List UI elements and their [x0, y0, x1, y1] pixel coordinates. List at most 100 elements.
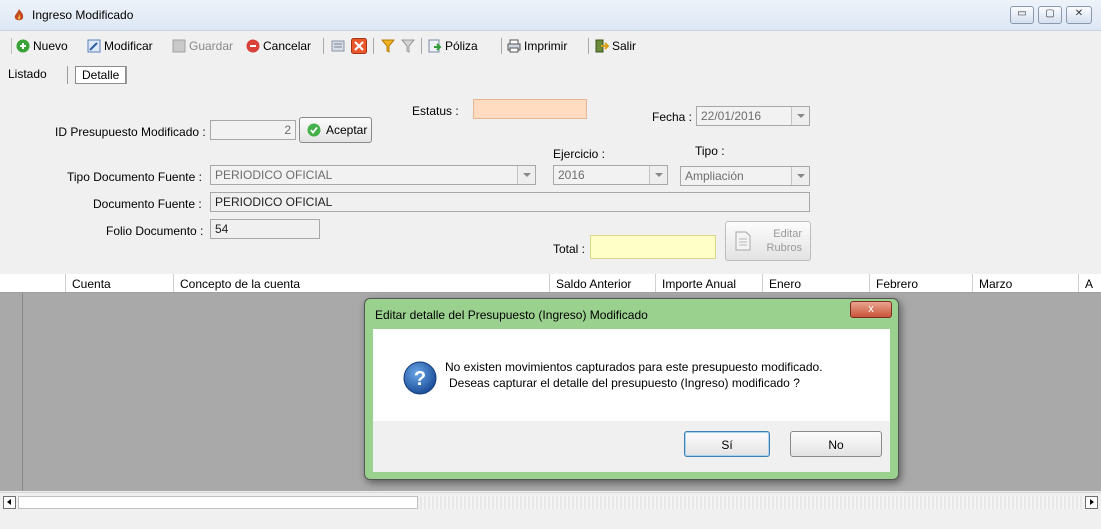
grid-header: Cuenta Concepto de la cuenta Saldo Anter… — [22, 274, 1101, 293]
column-header-marzo[interactable]: Marzo — [972, 274, 1078, 292]
poliza-label: Póliza — [445, 39, 478, 53]
delete-button[interactable] — [351, 37, 370, 55]
tab-divider — [67, 66, 68, 84]
arrow-left-icon — [7, 499, 11, 505]
estatus-label: Estatus : — [412, 104, 459, 118]
scroll-right-button[interactable] — [1085, 496, 1098, 509]
fecha-label: Fecha : — [652, 110, 693, 124]
editar-label: Editar — [773, 228, 802, 240]
folio-documento-field[interactable]: 54 — [210, 219, 320, 239]
horizontal-scrollbar[interactable] — [0, 492, 1101, 513]
scroll-left-button[interactable] — [3, 496, 16, 509]
tab-detalle[interactable]: Detalle — [75, 66, 127, 84]
imprimir-button[interactable]: Imprimir — [507, 37, 567, 55]
tab-listado[interactable]: Listado — [2, 64, 53, 84]
filter-icon — [381, 39, 395, 53]
arrow-right-icon — [1090, 499, 1094, 505]
grid-button[interactable] — [331, 37, 348, 55]
grid-row-header — [0, 274, 22, 491]
dialog-message-line1: No existen movimientos capturados para e… — [445, 360, 823, 374]
clear-filter-button[interactable] — [401, 37, 418, 55]
column-header-enero[interactable]: Enero — [762, 274, 869, 292]
modificar-button[interactable]: Modificar — [87, 37, 153, 55]
tipo-documento-combo[interactable]: PERIODICO OFICIAL — [210, 165, 536, 185]
yes-button[interactable]: Sí — [684, 431, 770, 457]
maximize-button[interactable]: ▢ — [1038, 6, 1062, 24]
cancel-icon — [246, 39, 260, 53]
column-header-cuenta[interactable]: Cuenta — [65, 274, 173, 292]
list-icon — [331, 40, 345, 52]
column-header-concepto[interactable]: Concepto de la cuenta — [173, 274, 549, 292]
no-label: No — [828, 438, 844, 452]
ejercicio-combo[interactable]: 2016 — [553, 165, 668, 185]
no-button[interactable]: No — [790, 431, 882, 457]
poliza-button[interactable]: Póliza — [428, 37, 478, 55]
exit-icon — [595, 39, 609, 53]
fecha-value: 22/01/2016 — [701, 109, 762, 123]
dialog-message: No existen movimientos capturados para e… — [445, 359, 823, 391]
total-field[interactable] — [590, 235, 716, 259]
scroll-thumb[interactable] — [18, 496, 418, 509]
editar-rubros-button[interactable]: Editar Rubros — [725, 221, 811, 261]
dialog-title: Editar detalle del Presupuesto (Ingreso)… — [375, 308, 648, 322]
chevron-down-icon — [517, 166, 535, 184]
check-icon — [307, 123, 321, 137]
delete-icon — [351, 38, 367, 54]
toolbar-separator — [501, 38, 502, 54]
nuevo-label: Nuevo — [33, 39, 68, 53]
salir-button[interactable]: Salir — [595, 37, 636, 55]
column-header-importe-anual[interactable]: Importe Anual — [655, 274, 762, 292]
documento-fuente-field[interactable]: PERIODICO OFICIAL — [210, 192, 810, 212]
filter-button[interactable] — [381, 37, 398, 55]
toolbar-separator — [323, 38, 324, 54]
close-window-button[interactable]: ✕ — [1066, 6, 1092, 24]
toolbar-separator — [373, 38, 374, 54]
cancelar-label: Cancelar — [263, 39, 312, 53]
window-title: Ingreso Modificado — [32, 8, 134, 22]
yes-label: Sí — [721, 438, 733, 452]
documento-fuente-label: Documento Fuente : — [93, 197, 202, 211]
ejercicio-value: 2016 — [558, 168, 585, 182]
column-header-febrero[interactable]: Febrero — [869, 274, 972, 292]
toolbar-grip — [11, 38, 12, 54]
minimize-icon: ▭ — [1017, 8, 1027, 19]
clear-filter-icon — [401, 39, 415, 53]
tab-listado-label: Listado — [8, 67, 47, 81]
nuevo-button[interactable]: Nuevo — [16, 37, 68, 55]
dialog-message-line2: Deseas capturar el detalle del presupues… — [449, 376, 800, 390]
imprimir-label: Imprimir — [524, 39, 568, 53]
tipo-documento-label: Tipo Documento Fuente : — [67, 170, 202, 184]
cancelar-button[interactable]: Cancelar — [246, 37, 311, 55]
title-bar: Ingreso Modificado ▭ ▢ ✕ — [0, 0, 1101, 31]
toolbar: Nuevo Modificar Guardar Cancelar Póliza … — [0, 33, 1101, 57]
printer-icon — [507, 39, 521, 53]
maximize-icon: ▢ — [1045, 8, 1055, 19]
question-icon: ? — [403, 361, 437, 395]
dialog-close-button[interactable]: x — [850, 301, 892, 318]
minimize-button[interactable]: ▭ — [1010, 6, 1034, 24]
guardar-button[interactable]: Guardar — [172, 37, 233, 55]
scroll-track[interactable] — [420, 496, 1084, 509]
guardar-label: Guardar — [189, 39, 234, 53]
aceptar-button[interactable]: Aceptar — [299, 117, 372, 143]
grid-corner — [0, 274, 22, 293]
tab-divider — [126, 66, 127, 84]
column-header-abril[interactable]: A — [1078, 274, 1101, 292]
toolbar-separator — [588, 38, 589, 54]
poliza-icon — [428, 39, 442, 53]
id-presupuesto-label: ID Presupuesto Modificado : — [55, 125, 206, 139]
document-icon — [735, 231, 751, 251]
tipo-documento-value: PERIODICO OFICIAL — [215, 168, 333, 182]
tab-strip: Listado Detalle — [0, 62, 1101, 86]
tipo-value: Ampliación — [685, 169, 744, 183]
tipo-combo[interactable]: Ampliación — [680, 166, 810, 186]
ejercicio-label: Ejercicio : — [553, 147, 606, 161]
dialog-footer: Sí No — [373, 421, 890, 472]
fecha-picker[interactable]: 22/01/2016 — [696, 106, 810, 126]
aceptar-label: Aceptar — [326, 123, 368, 137]
column-header-saldo-anterior[interactable]: Saldo Anterior — [549, 274, 655, 292]
tipo-label: Tipo : — [695, 144, 725, 158]
add-icon — [16, 39, 30, 53]
estatus-field[interactable] — [473, 99, 587, 119]
id-presupuesto-field[interactable]: 2 — [210, 120, 296, 140]
